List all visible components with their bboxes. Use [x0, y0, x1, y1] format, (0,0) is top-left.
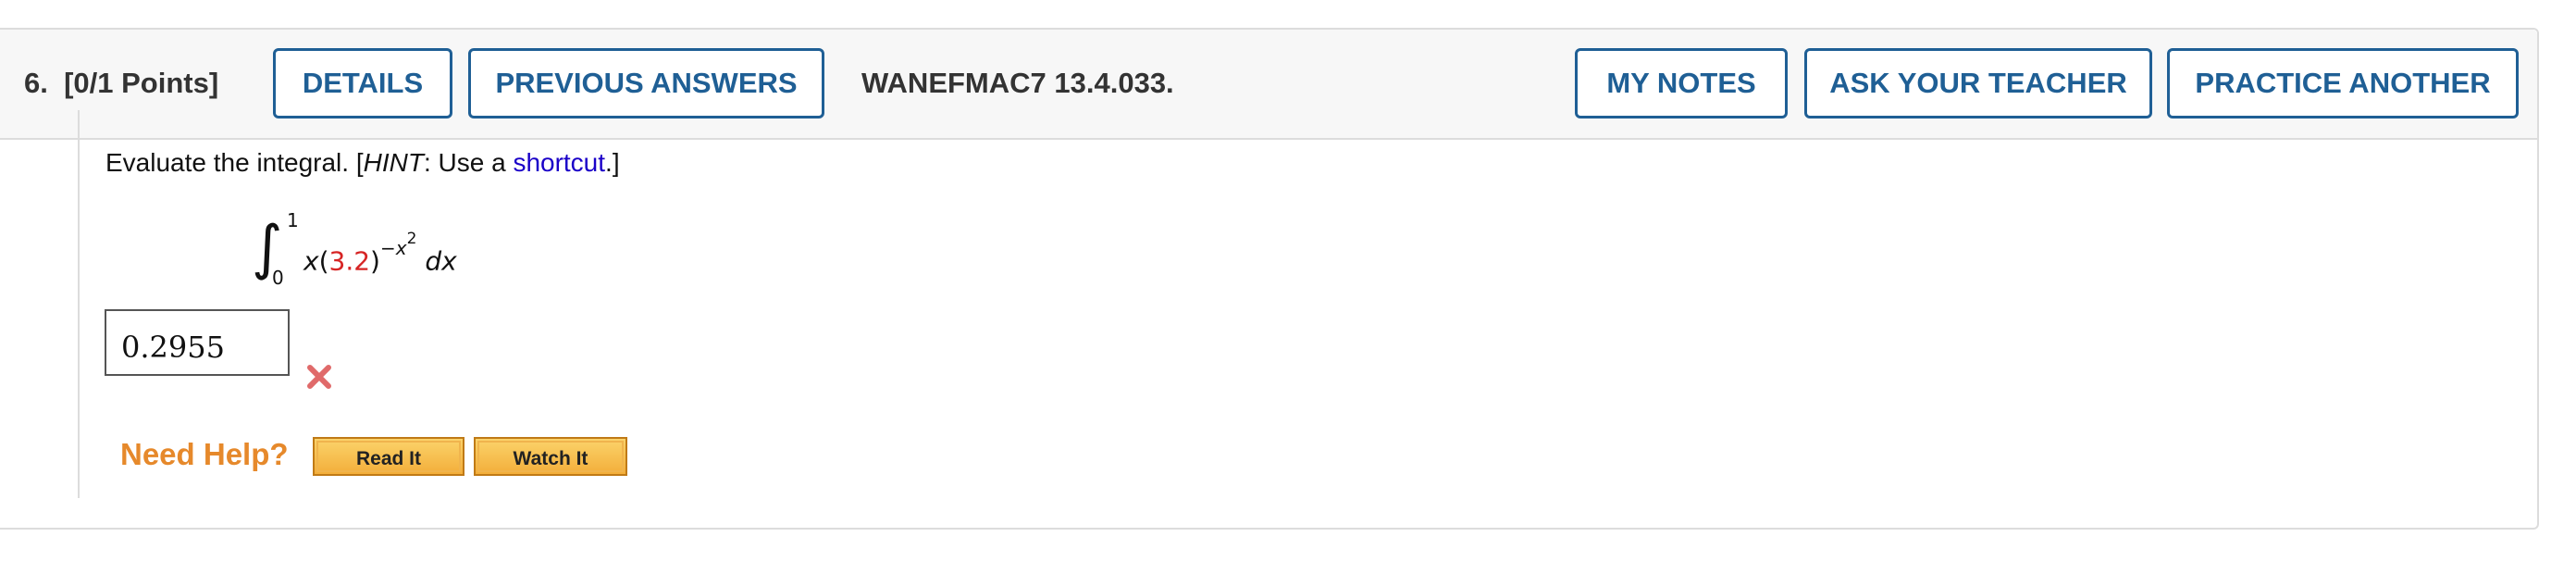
- previous-answers-button[interactable]: PREVIOUS ANSWERS: [468, 48, 824, 119]
- read-it-button[interactable]: Read It: [313, 437, 464, 476]
- answer-input[interactable]: [105, 309, 290, 376]
- prompt-text-middle: : Use a: [423, 148, 514, 177]
- open-paren: (: [318, 245, 329, 277]
- lower-limit: 0: [272, 267, 284, 289]
- question-index: 6.: [24, 67, 48, 99]
- details-button[interactable]: DETAILS: [273, 48, 452, 119]
- problem-code: WANEFMAC7 13.4.033.: [861, 67, 1174, 99]
- question-prompt: Evaluate the integral. [HINT: Use a shor…: [105, 148, 620, 178]
- integrand-base: 3.2: [328, 245, 371, 277]
- prompt-text-start: Evaluate the integral. [: [105, 148, 364, 177]
- question-number: 6. [0/1 Points]: [24, 67, 218, 100]
- integral-expression: ∫ 1 0 x(3.2)−x2 dx: [252, 207, 492, 293]
- practice-another-button[interactable]: PRACTICE ANOTHER: [2167, 48, 2519, 119]
- ask-your-teacher-button[interactable]: ASK YOUR TEACHER: [1804, 48, 2152, 119]
- watch-it-button[interactable]: Watch It: [474, 437, 627, 476]
- close-paren: ): [370, 245, 380, 277]
- hint-word: HINT: [363, 148, 424, 177]
- exponent-power: 2: [406, 230, 417, 248]
- prompt-text-end: .]: [605, 148, 620, 177]
- integrand: x(3.2)−x2 dx: [303, 230, 457, 277]
- need-help-label: Need Help?: [120, 437, 289, 471]
- differential: dx: [425, 245, 457, 277]
- question-points: [0/1 Points]: [64, 67, 219, 99]
- my-notes-button[interactable]: MY NOTES: [1575, 48, 1788, 119]
- exponent-sign: −: [379, 237, 396, 259]
- integrand-variable: x: [303, 245, 319, 277]
- shortcut-link[interactable]: shortcut: [513, 148, 605, 177]
- exponent-variable: x: [395, 237, 407, 259]
- x-mark-icon: [307, 365, 331, 389]
- upper-limit: 1: [287, 209, 299, 231]
- exponent: −x2: [379, 230, 416, 259]
